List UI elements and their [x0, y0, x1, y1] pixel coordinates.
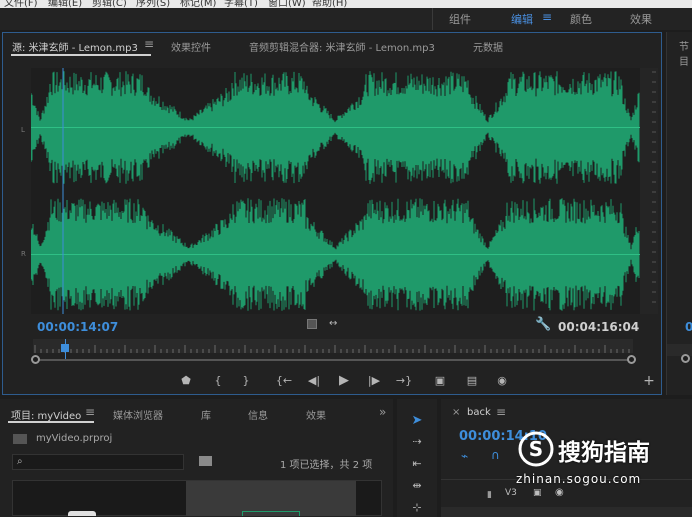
tab-media-browser[interactable]: 媒体浏览器 [113, 407, 163, 422]
zoom-handle-right[interactable] [627, 355, 636, 364]
step-back-button[interactable]: ◀| [305, 374, 323, 388]
new-bin-icon[interactable] [199, 456, 212, 466]
watermark-url: zhinan.sogou.com [516, 472, 642, 486]
workspace-bar: 组件 编辑 ≡ 颜色 效果 [0, 8, 692, 30]
transport-controls: ⬟ { } {← ◀| ▶ |▶ →} ▣ ▤ ◉ + [3, 374, 661, 392]
project-tab-indicator [8, 421, 94, 423]
step-forward-button[interactable]: |▶ [365, 374, 383, 388]
thumbnail-icon [68, 511, 96, 516]
add-button[interactable]: + [640, 374, 658, 388]
track-label-v3[interactable]: V3 [505, 488, 517, 498]
audio-waveform[interactable] [31, 68, 640, 314]
workspace-menu-icon[interactable]: ≡ [542, 10, 552, 24]
insert-icon[interactable] [307, 319, 317, 329]
track-row-v2 [441, 507, 692, 517]
tab-effects[interactable]: 效果 [306, 407, 326, 422]
project-file-name: myVideo.prproj [36, 433, 113, 444]
go-to-out-button[interactable]: →} [395, 374, 413, 388]
search-input[interactable]: ⌕ [12, 454, 184, 470]
mark-out-button[interactable]: } [237, 374, 255, 388]
active-tab-indicator [11, 54, 151, 56]
add-marker-button[interactable]: ⬟ [177, 374, 195, 388]
amplitude-scale [640, 68, 658, 314]
zoom-scrollbar[interactable] [33, 359, 633, 361]
sogou-logo-icon: S [518, 431, 554, 467]
eye-icon[interactable]: ◉ [555, 487, 564, 498]
rolling-edit-tool-icon[interactable]: ⇹ [409, 479, 425, 493]
insert-button[interactable]: ▣ [431, 374, 449, 388]
duration-timecode: 00:04:16:04 [558, 320, 640, 334]
tab-program[interactable]: 节目 [679, 38, 692, 68]
workspace-divider [432, 8, 433, 30]
drag-audio-icon[interactable]: ↔ [329, 318, 337, 329]
tab-source[interactable]: 源: 米津玄師 - Lemon.mp3 [12, 39, 138, 54]
go-to-in-button[interactable]: {← [275, 374, 293, 388]
workspace-color[interactable]: 颜色 [570, 11, 592, 27]
workspace-editing[interactable]: 编辑 [511, 11, 533, 27]
zoom-handle-left[interactable] [31, 355, 40, 364]
wrench-icon[interactable]: 🔧 [535, 317, 551, 332]
watermark-brand: 搜狗指南 [558, 440, 650, 466]
program-panel: 节目 0 [666, 32, 692, 395]
sync-lock-icon[interactable]: ▣ [533, 488, 542, 498]
menu-window[interactable]: 窗口(W) [268, 0, 306, 8]
tools-panel: ➤ ⇢ ⇤ ⇹ ⊹ [397, 399, 437, 517]
selection-tool-icon[interactable]: ➤ [409, 413, 425, 428]
play-icon[interactable]: ▶ [335, 374, 353, 388]
menu-help[interactable]: 帮助(H) [312, 0, 347, 8]
camera-icon[interactable]: ◉ [493, 374, 511, 388]
tab-info[interactable]: 信息 [248, 407, 268, 422]
program-zoom-handle[interactable] [681, 354, 690, 363]
tab-libraries[interactable]: 库 [201, 407, 211, 422]
project-panel: 项目: myVideo ≡ 媒体浏览器 库 信息 效果 » myVideo.pr… [0, 399, 393, 517]
overwrite-button[interactable]: ▤ [463, 374, 481, 388]
menu-sequence[interactable]: 序列(S) [136, 0, 170, 8]
tab-audio-clip-mixer[interactable]: 音频剪辑混合器: 米津玄師 - Lemon.mp3 [249, 39, 435, 54]
svg-text:S: S [529, 437, 543, 461]
source-panel: 源: 米津玄師 - Lemon.mp3 ≡ 效果控件 音频剪辑混合器: 米津玄師… [2, 32, 662, 395]
source-tab-bar: 源: 米津玄師 - Lemon.mp3 ≡ 效果控件 音频剪辑混合器: 米津玄師… [3, 33, 661, 57]
waveform-svg [31, 68, 640, 314]
folder-icon [13, 434, 27, 444]
workspace-assembly[interactable]: 组件 [449, 11, 471, 27]
ripple-edit-tool-icon[interactable]: ⇤ [409, 457, 425, 471]
razor-tool-icon[interactable]: ⊹ [409, 501, 425, 515]
source-menu-icon[interactable]: ≡ [144, 37, 154, 51]
thumbnail-waveform-box [242, 511, 300, 516]
selection-status: 1 项已选择，共 2 项 [280, 460, 373, 471]
project-menu-icon[interactable]: ≡ [85, 405, 95, 419]
close-icon[interactable]: × [452, 407, 460, 418]
tab-sequence[interactable]: back [467, 407, 491, 418]
snap-icon[interactable]: ⌁ [461, 449, 468, 463]
track-select-tool-icon[interactable]: ⇢ [409, 435, 425, 449]
search-icon: ⌕ [17, 456, 23, 467]
time-ruler-ticks [34, 345, 630, 353]
lock-icon[interactable]: ▮ [487, 490, 492, 500]
mark-in-button[interactable]: { [209, 374, 227, 388]
program-timecode: 0 [685, 320, 692, 334]
watermark: S 搜狗指南 zhinan.sogou.com [516, 428, 692, 488]
channel-label-right: R [21, 250, 26, 258]
menu-file[interactable]: 文件(F) [4, 0, 38, 8]
timeline-menu-icon[interactable]: ≡ [496, 405, 506, 419]
linked-selection-icon[interactable]: ∩ [491, 448, 500, 462]
menu-clip[interactable]: 剪辑(C) [92, 0, 127, 8]
workspace-effects[interactable]: 效果 [630, 11, 652, 27]
playhead-line [65, 339, 66, 361]
panel-overflow-button[interactable]: » [379, 405, 386, 419]
current-timecode[interactable]: 00:00:14:07 [37, 320, 118, 334]
channel-label-left: L [21, 126, 25, 134]
tab-project[interactable]: 项目: myVideo [11, 407, 81, 422]
menu-edit[interactable]: 编辑(E) [48, 0, 82, 8]
amplitude-scale-svg [652, 71, 656, 303]
menu-title[interactable]: 字幕(T) [224, 0, 258, 8]
menu-marker[interactable]: 标记(M) [180, 0, 216, 8]
tab-effect-controls[interactable]: 效果控件 [171, 39, 211, 54]
menu-bar: 文件(F) 编辑(E) 剪辑(C) 序列(S) 标记(M) 字幕(T) 窗口(W… [0, 0, 692, 8]
tab-metadata[interactable]: 元数据 [473, 39, 503, 54]
